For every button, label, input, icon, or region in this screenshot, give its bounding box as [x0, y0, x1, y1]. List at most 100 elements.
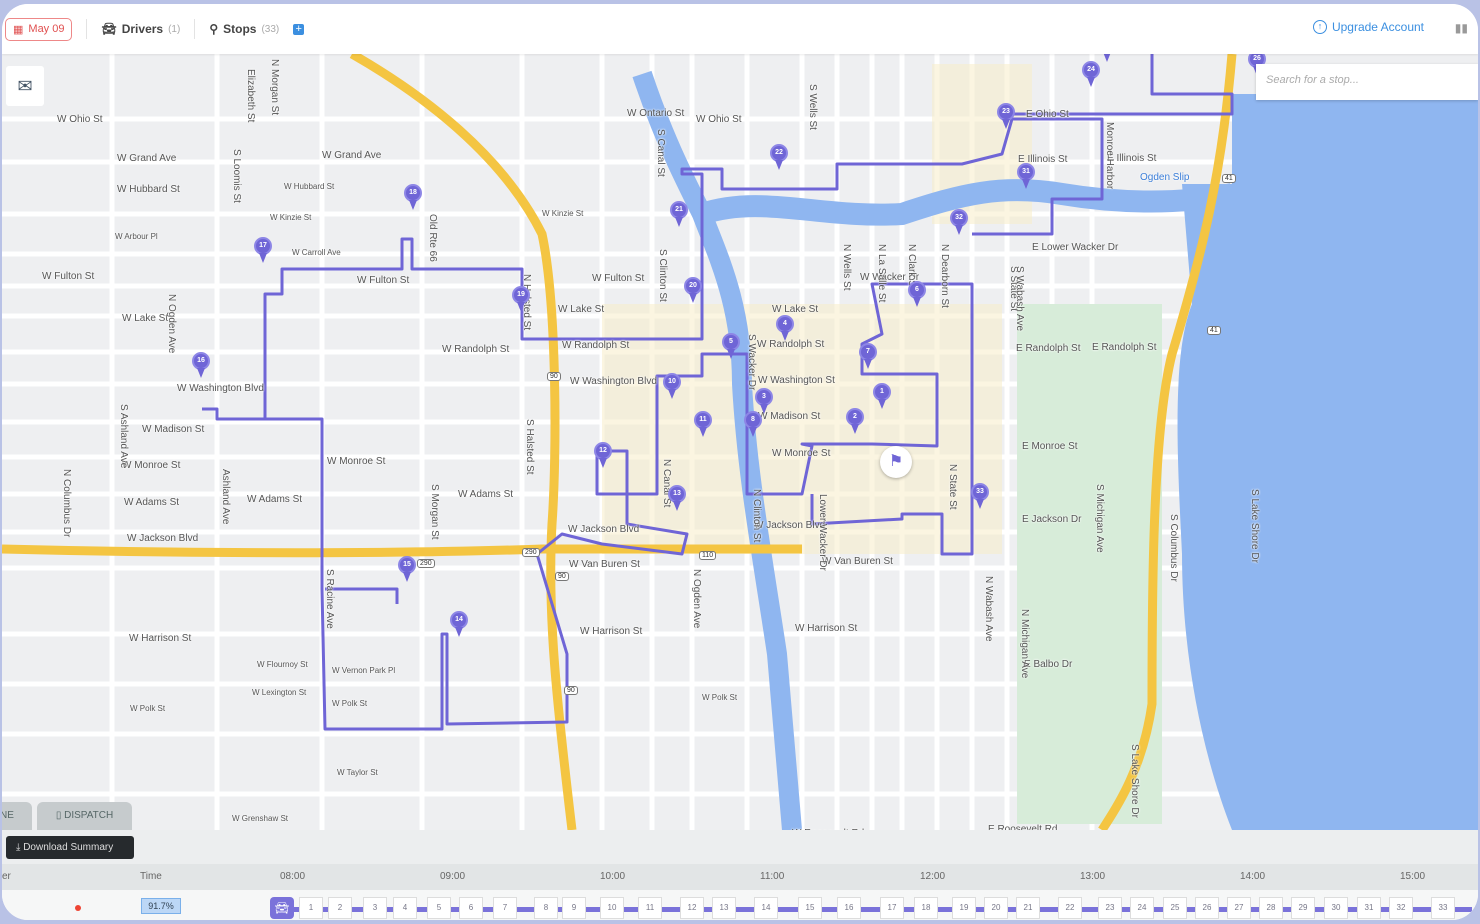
pin-tail: [403, 572, 411, 582]
timeline-stop-slot[interactable]: 19: [952, 897, 976, 919]
stop-pin[interactable]: 23: [997, 103, 1015, 129]
street-label: S Clinton St: [657, 249, 668, 302]
tab-dispatch[interactable]: ▯ DISPATCH: [37, 802, 132, 830]
pin-tail: [1103, 54, 1111, 62]
timeline-stop-slot[interactable]: 2: [328, 897, 352, 919]
timeline-stop-slot[interactable]: 7: [493, 897, 517, 919]
stop-pin[interactable]: 33: [971, 483, 989, 509]
timeline-stop-slot[interactable]: 4: [393, 897, 417, 919]
bar-chart-icon[interactable]: ▮▮: [1455, 21, 1468, 35]
drivers-tab[interactable]: 🚘︎ Drivers (1): [101, 22, 180, 36]
stop-pin[interactable]: 12: [594, 442, 612, 468]
time-tick: 08:00: [280, 871, 306, 882]
timeline-stop-slot[interactable]: 9: [562, 897, 586, 919]
timeline-stop-slot[interactable]: 13: [712, 897, 736, 919]
tab-left[interactable]: NE: [2, 802, 32, 830]
stops-tab[interactable]: ⚲ Stops (33): [209, 22, 279, 36]
map[interactable]: W Ohio St W Ontario St W Ohio St W Grand Av…: [2, 54, 1478, 830]
stop-number: 5: [722, 333, 740, 351]
stop-pin[interactable]: 17: [254, 237, 272, 263]
street-label: W Lake St: [772, 304, 819, 315]
street-label: W Monroe St: [327, 456, 386, 467]
stop-pin[interactable]: 21: [670, 201, 688, 227]
stop-pin[interactable]: 14: [450, 611, 468, 637]
timeline-stop-slot[interactable]: 25: [1163, 897, 1187, 919]
stop-pin[interactable]: 5: [722, 333, 740, 359]
timeline-stop-slot[interactable]: 15: [798, 897, 822, 919]
stop-pin[interactable]: 20: [684, 277, 702, 303]
stop-pin[interactable]: 16: [192, 352, 210, 378]
timeline-stop-slot[interactable]: 8: [534, 897, 558, 919]
pin-tail: [1022, 179, 1030, 189]
timeline-stop-slot[interactable]: 18: [914, 897, 938, 919]
pin-tail: [781, 331, 789, 341]
search-stop-input[interactable]: Search for a stop...: [1256, 64, 1478, 100]
timeline-stop-slot[interactable]: 27: [1227, 897, 1251, 919]
timeline-stop-slot[interactable]: 5: [427, 897, 451, 919]
street-label: W Kinzie St: [270, 213, 312, 222]
street-label: Ashland Ave: [220, 469, 231, 525]
logo-icon[interactable]: ✉: [6, 66, 44, 106]
stop-pin[interactable]: 1: [873, 383, 891, 409]
stop-pin[interactable]: 15: [398, 556, 416, 582]
street-label: W Adams St: [247, 494, 303, 505]
timeline-stop-slot[interactable]: 1: [299, 897, 323, 919]
street-label: S Wabash Ave: [1014, 266, 1025, 332]
timeline-stop-slot[interactable]: 12: [680, 897, 704, 919]
date-picker-button[interactable]: ▦ May 09: [5, 17, 73, 41]
timeline-stop-slot[interactable]: 26: [1195, 897, 1219, 919]
stop-pin[interactable]: 7: [859, 343, 877, 369]
street-label: S Canal St: [655, 129, 666, 177]
timeline-stop-slot[interactable]: 3: [363, 897, 387, 919]
north-harbor: [1232, 94, 1478, 184]
stop-pin[interactable]: 25: [1098, 54, 1116, 62]
time-tick: 14:00: [1240, 871, 1266, 882]
timeline-stop-slot[interactable]: 14: [754, 897, 778, 919]
stop-pin[interactable]: 10: [663, 373, 681, 399]
driver-row[interactable]: [2, 890, 1478, 920]
dispatch-label: DISPATCH: [64, 810, 114, 821]
timeline-stop-slot[interactable]: 17: [880, 897, 904, 919]
timeline-stop-slot[interactable]: 22: [1058, 897, 1082, 919]
stop-number: 21: [670, 201, 688, 219]
stop-pin[interactable]: 2: [846, 408, 864, 434]
stop-pin[interactable]: 32: [950, 209, 968, 235]
stop-pin[interactable]: 6: [908, 281, 926, 307]
timeline-stop-slot[interactable]: 23: [1098, 897, 1122, 919]
download-summary-button[interactable]: ⤓ Download Summary: [6, 836, 134, 859]
timeline-stop-slot[interactable]: 21: [1016, 897, 1040, 919]
stop-pin[interactable]: 11: [694, 411, 712, 437]
timeline-stop-slot[interactable]: 20: [984, 897, 1008, 919]
stop-pin[interactable]: 4: [776, 315, 794, 341]
timeline-stop-slot[interactable]: 16: [837, 897, 861, 919]
street-label: W Carroll Ave: [292, 248, 341, 257]
timeline-stop-slot[interactable]: 24: [1130, 897, 1154, 919]
truck-icon[interactable]: 🚘︎: [270, 897, 294, 919]
street-label: W Adams St: [458, 489, 514, 500]
timeline-stop-slot[interactable]: 32: [1389, 897, 1413, 919]
stop-number: 15: [398, 556, 416, 574]
upgrade-account-link[interactable]: ↑ Upgrade Account: [1312, 20, 1424, 34]
stop-pin[interactable]: 19: [512, 286, 530, 312]
stop-pin[interactable]: 8: [744, 411, 762, 437]
stops-count: (33): [261, 23, 280, 35]
depot-flag-icon[interactable]: ⚑: [880, 446, 912, 478]
timeline-stop-slot[interactable]: 31: [1357, 897, 1381, 919]
street-label: W Grand Ave: [117, 153, 177, 164]
timeline-stop-slot[interactable]: 11: [638, 897, 662, 919]
stop-pin[interactable]: 18: [404, 184, 422, 210]
timeline-stop-slot[interactable]: 33: [1431, 897, 1455, 919]
pin-tail: [749, 427, 757, 437]
stop-pin[interactable]: 24: [1082, 61, 1100, 87]
stop-pin[interactable]: 13: [668, 485, 686, 511]
timeline-stop-slot[interactable]: 6: [459, 897, 483, 919]
street-label: S Michigan Ave: [1094, 484, 1105, 553]
street-label: N Wells St: [841, 244, 852, 291]
timeline-stop-slot[interactable]: 28: [1259, 897, 1283, 919]
add-stop-button[interactable]: +: [293, 23, 305, 35]
timeline-stop-slot[interactable]: 10: [600, 897, 624, 919]
timeline-stop-slot[interactable]: 30: [1324, 897, 1348, 919]
timeline-stop-slot[interactable]: 29: [1291, 897, 1315, 919]
stop-pin[interactable]: 22: [770, 144, 788, 170]
stop-pin[interactable]: 31: [1017, 163, 1035, 189]
